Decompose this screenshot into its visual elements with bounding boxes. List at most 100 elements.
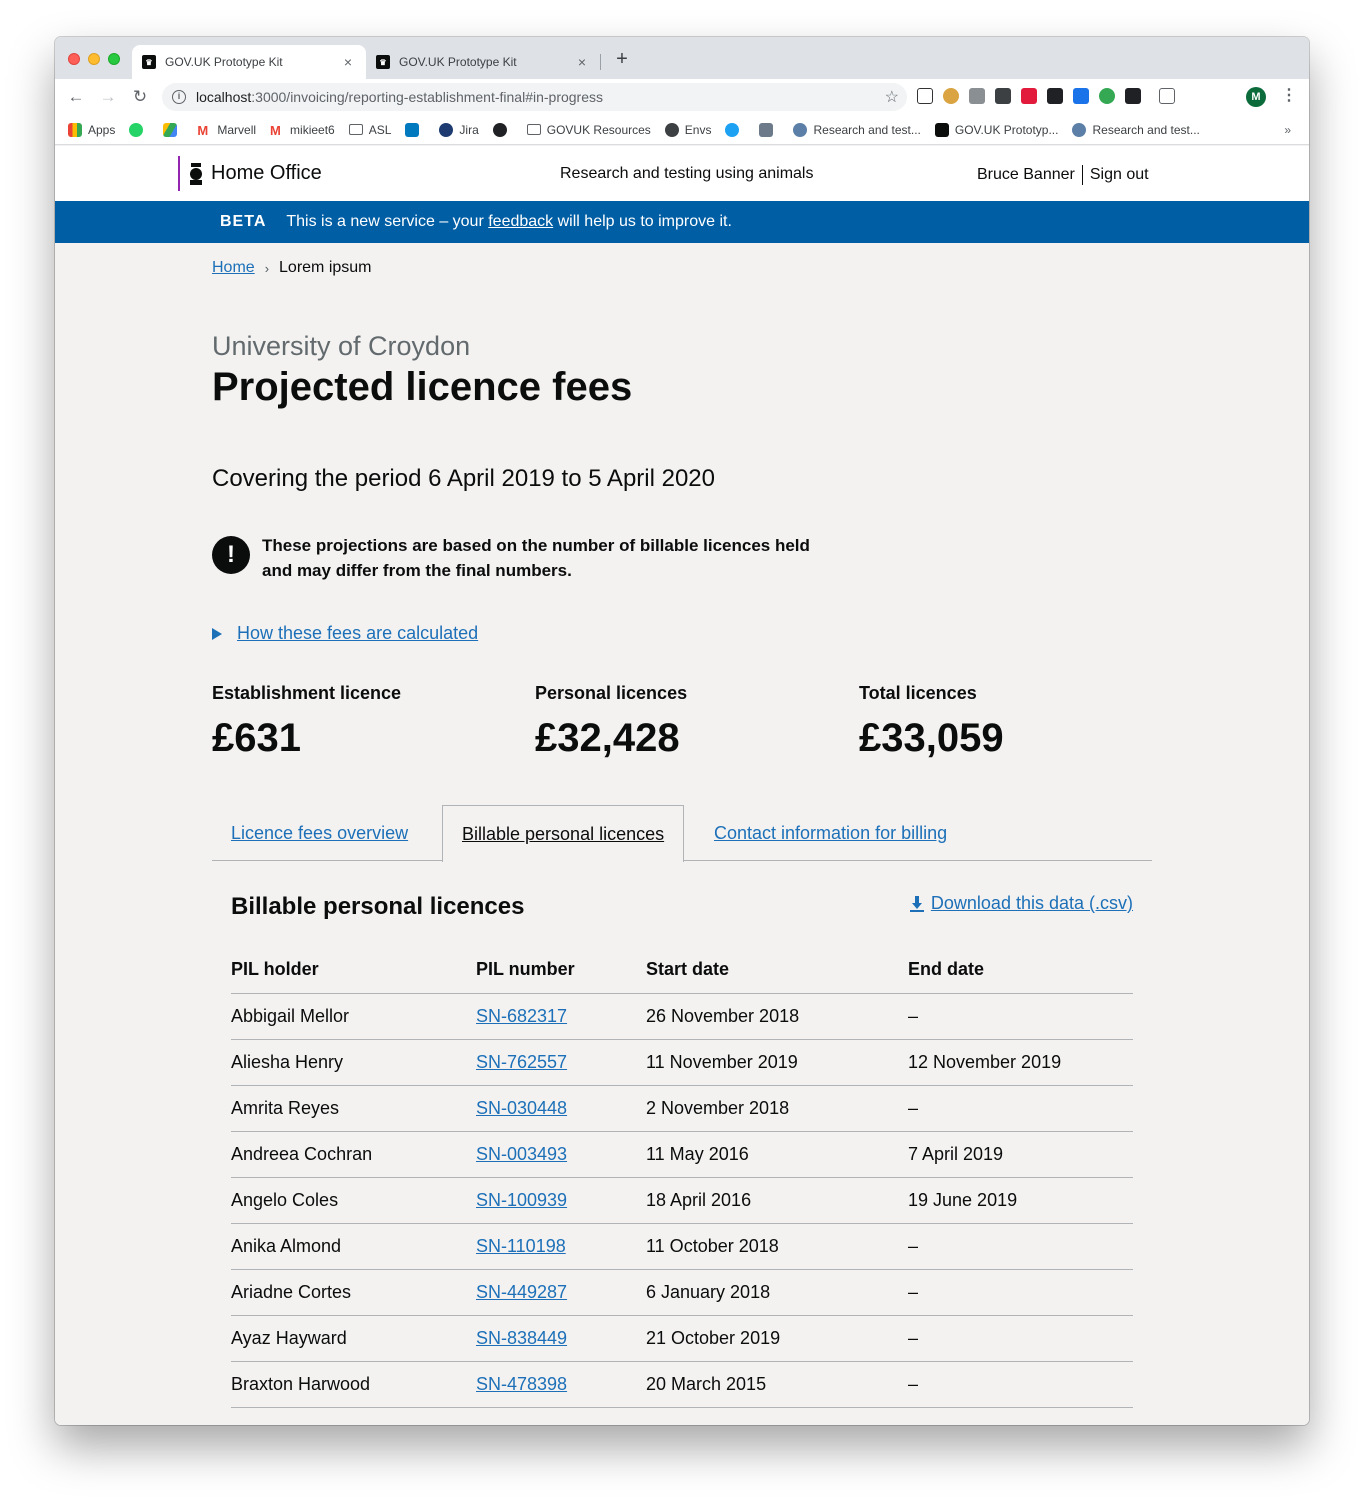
start-date: 11 October 2018 — [646, 1223, 908, 1270]
kebab-menu-icon[interactable]: ⋮ — [1281, 85, 1297, 105]
extension-camera-icon[interactable] — [969, 88, 985, 104]
details-summary-link[interactable]: How these fees are calculated — [237, 623, 478, 644]
stat-value: £631 — [212, 716, 301, 760]
browser-tab[interactable]: ♛ GOV.UK Prototype Kit × — [366, 45, 600, 79]
bookmark-apps[interactable]: Apps — [68, 122, 116, 137]
extension-video-icon[interactable] — [1047, 88, 1063, 104]
stat-label: Establishment licence — [212, 683, 402, 703]
reload-icon[interactable]: ↻ — [129, 86, 151, 108]
tab-billable-personal-licences[interactable]: Billable personal licences — [442, 805, 685, 862]
download-csv-link[interactable]: Download this data (.csv) — [931, 893, 1133, 914]
details-toggle[interactable]: How these fees are calculated — [212, 623, 478, 644]
pil-number-link[interactable]: SN-762557 — [476, 1052, 567, 1072]
stat-value: £33,059 — [859, 716, 1004, 760]
url-host: localhost — [196, 89, 252, 105]
bookmark-mikieet6[interactable]: Mmikieet6 — [270, 122, 335, 138]
minimize-window-button[interactable] — [88, 53, 100, 65]
pil-number-link[interactable]: SN-682317 — [476, 1006, 567, 1026]
bookmark-trello[interactable] — [405, 122, 425, 137]
tab-licence-fees-overview[interactable]: Licence fees overview — [212, 805, 427, 861]
pil-number-link[interactable]: SN-030448 — [476, 1098, 567, 1118]
bookmark-label: Apps — [88, 122, 116, 137]
browser-tab-active[interactable]: ♛ GOV.UK Prototype Kit × — [132, 45, 366, 79]
tab-contact-information[interactable]: Contact information for billing — [695, 805, 966, 861]
bookmark-marvell[interactable]: M Marvell — [197, 122, 257, 138]
bookmark-label: Envs — [684, 122, 712, 137]
pil-number-link[interactable]: SN-110198 — [476, 1236, 566, 1256]
bookmark-whatsapp[interactable] — [129, 122, 149, 137]
extension-screenshot-icon[interactable] — [995, 88, 1011, 104]
bookmark-star-icon[interactable]: ☆ — [885, 87, 899, 107]
pil-number-link[interactable]: SN-003493 — [476, 1144, 567, 1164]
feedback-link[interactable]: feedback — [488, 213, 553, 230]
cast-icon[interactable] — [1159, 88, 1175, 104]
pil-number-link[interactable]: SN-838449 — [476, 1328, 567, 1348]
bookmarks-overflow-icon[interactable]: » — [1284, 123, 1291, 137]
service-name[interactable]: Research and testing using animals — [560, 165, 813, 183]
bookmark-jira[interactable]: Jira — [439, 122, 479, 137]
bookmark-envs[interactable]: Envs — [664, 122, 712, 137]
maximize-window-button[interactable] — [108, 53, 120, 65]
gmail-icon: M — [270, 122, 281, 138]
bookmark-hat[interactable] — [759, 122, 779, 137]
panel-heading: Billable personal licences — [231, 893, 525, 920]
github-icon — [492, 122, 507, 137]
column-header: PIL number — [476, 947, 646, 994]
bookmark-research-2[interactable]: Research and test... — [1072, 122, 1200, 137]
new-tab-button[interactable]: + — [612, 48, 632, 71]
end-date: – — [908, 1315, 1133, 1362]
extension-icons — [917, 88, 1175, 104]
bookmark-govuk-resources[interactable]: GOVUK Resources — [526, 122, 651, 137]
close-window-button[interactable] — [68, 53, 80, 65]
stat-establishment: Establishment licence £631 — [212, 683, 401, 761]
apps-grid-icon — [68, 122, 82, 137]
sign-out-link[interactable]: Sign out — [1090, 166, 1149, 184]
table-header-row: PIL holder PIL number Start date End dat… — [231, 947, 1133, 994]
table-row: Amrita Reyes SN-030448 2 November 2018 – — [231, 1085, 1133, 1132]
warning-message: These projections are based on the numbe… — [262, 536, 810, 580]
extension-bird-icon[interactable] — [1021, 88, 1037, 104]
pil-number-link[interactable]: SN-478398 — [476, 1374, 567, 1394]
extension-cookie-icon[interactable] — [943, 88, 959, 104]
tab-title: GOV.UK Prototype Kit — [165, 55, 283, 69]
warning-text-block: ! These projections are based on the num… — [212, 533, 832, 583]
browser-toolbar: ← → ↻ i localhost:3000/invoicing/reporti… — [55, 79, 1309, 115]
bookmark-label: Jira — [459, 122, 479, 137]
extension-colorpicker-icon[interactable] — [1099, 88, 1115, 104]
web-page: Home Office Research and testing using a… — [55, 146, 1309, 1425]
pil-number-link[interactable]: SN-449287 — [476, 1282, 567, 1302]
home-office-logo[interactable]: Home Office — [178, 156, 322, 191]
info-icon[interactable]: i — [172, 90, 186, 104]
bookmark-label: Marvell — [217, 122, 257, 137]
close-icon[interactable]: × — [340, 54, 356, 70]
extension-cross-icon[interactable] — [1125, 88, 1141, 104]
twitter-icon — [725, 122, 740, 137]
bookmark-research-1[interactable]: Research and test... — [793, 122, 921, 137]
user-name[interactable]: Bruce Banner — [977, 166, 1075, 184]
bookmark-github[interactable] — [492, 122, 513, 137]
forward-arrow-icon[interactable]: → — [97, 86, 119, 108]
pil-number-link[interactable]: SN-100939 — [476, 1190, 567, 1210]
stat-total: Total licences £33,059 — [859, 683, 1004, 761]
bookmark-drive[interactable] — [163, 122, 183, 137]
extension-notion-icon[interactable] — [917, 88, 933, 104]
address-bar[interactable]: i localhost:3000/invoicing/reporting-est… — [162, 83, 907, 111]
browser-window: ♛ GOV.UK Prototype Kit × ♛ GOV.UK Protot… — [55, 37, 1309, 1425]
download-csv[interactable]: Download this data (.csv) — [909, 893, 1133, 914]
breadcrumb-home[interactable]: Home — [212, 259, 255, 277]
google-drive-icon — [163, 122, 178, 137]
back-arrow-icon[interactable]: ← — [65, 86, 87, 108]
bookmark-asl[interactable]: ASL — [348, 123, 391, 137]
globe-icon — [1072, 122, 1087, 137]
bookmark-govuk-prototype[interactable]: GOV.UK Prototyp... — [934, 122, 1058, 137]
bookmark-twitter[interactable] — [725, 122, 745, 137]
bookmark-label: GOVUK Resources — [546, 122, 651, 137]
end-date: – — [908, 1361, 1133, 1408]
user-nav: Bruce Banner Sign out — [977, 165, 1149, 185]
pil-holder: Amrita Reyes — [231, 1085, 476, 1132]
extension-bars-icon[interactable] — [1073, 88, 1089, 104]
beta-banner: BETA This is a new service – your feedba… — [55, 201, 1309, 243]
table-row: Ariadne Cortes SN-449287 6 January 2018 … — [231, 1269, 1133, 1316]
profile-avatar[interactable]: M — [1246, 87, 1266, 107]
close-icon[interactable]: × — [574, 54, 590, 70]
